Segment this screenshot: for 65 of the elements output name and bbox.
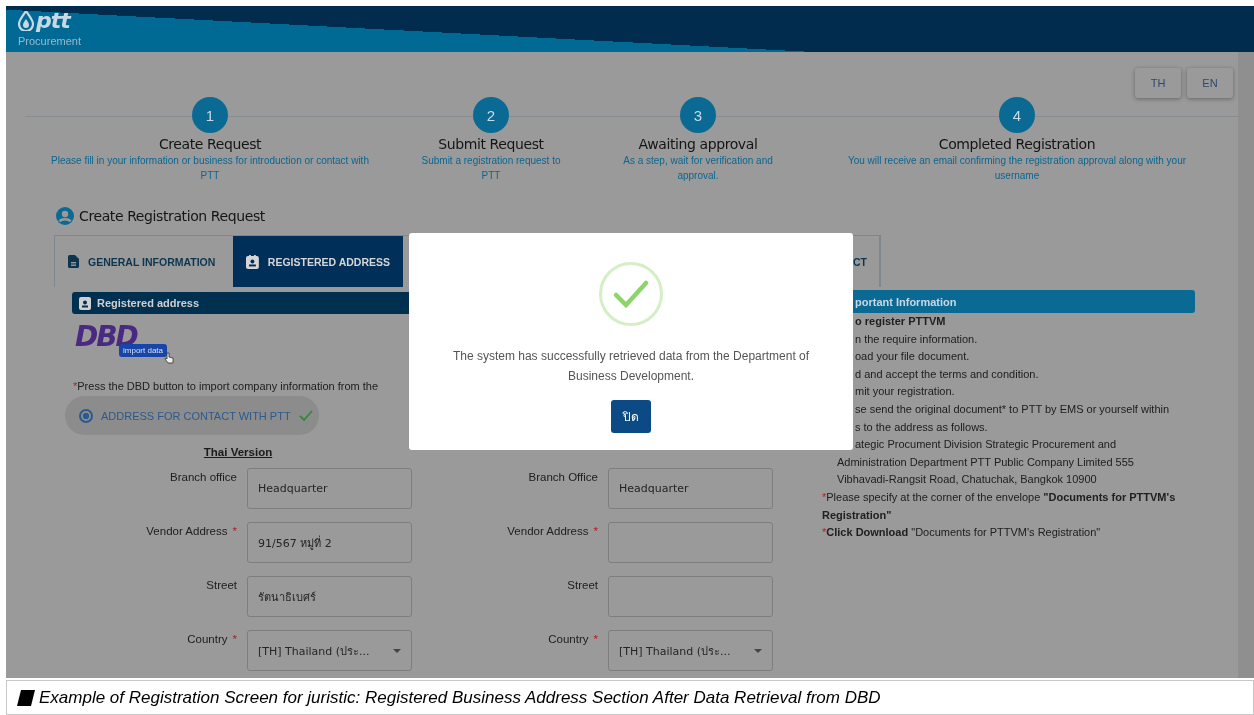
dbd-import-button[interactable]: DBDimport data	[75, 322, 175, 364]
dropdown-caret-icon	[393, 648, 401, 653]
instruction-text: *Press the DBD button to import company information from the	[73, 380, 380, 392]
section-title: Registered address	[97, 297, 200, 309]
language-button[interactable]: TH	[1135, 68, 1181, 98]
page-title: Create Registration Request	[79, 208, 265, 224]
text-input-field[interactable]	[608, 522, 773, 563]
text-input-field[interactable]: รัตนาธิเบศร์	[247, 576, 412, 617]
info-text: se send the original document* to PTT by EMS or yourself within	[854, 401, 1171, 417]
square-bullet-icon	[17, 689, 35, 706]
user-icon	[56, 207, 74, 225]
country-dropdown[interactable]: [TH] Thailand (ประ...	[608, 630, 773, 671]
step-title: Completed Registration	[938, 135, 1096, 153]
field-label: Country *	[186, 632, 237, 647]
dialog-message: The system has successfully retrieved data from the Department of Business Development.	[451, 348, 811, 385]
language-button[interactable]: EN	[1187, 68, 1233, 98]
info-text: d and accept the terms and condition.	[854, 366, 1040, 382]
brand-subtitle: Procurement	[18, 35, 82, 47]
step-number: 3	[680, 97, 716, 133]
step-number: 4	[999, 97, 1035, 133]
field-label: Street	[566, 578, 598, 593]
text-input-field[interactable]: 91/567 หมู่ที่ 2	[247, 522, 412, 563]
info-text: ategic Procument Division Strategic Procurement and	[854, 437, 1118, 453]
dropdown-caret-icon	[754, 648, 762, 653]
step-number: 1	[192, 97, 228, 133]
info-text: s to the address as follows.	[854, 419, 989, 435]
text-input-field[interactable]: Headquarter	[608, 468, 773, 509]
info-text: *Please specify at the corner of the envelope "Documents for PTTVM's Registration"	[822, 489, 1177, 523]
contact-card-icon	[246, 254, 259, 269]
field-label: Vendor Address *	[145, 524, 237, 539]
field-label: Street	[205, 578, 237, 593]
caption-text: Example of Registration Screen for juristic: Registered Business Address Section After Data Retrieval from DBD	[39, 687, 881, 708]
column-heading: Thai Version	[202, 446, 273, 458]
step-title: Create Request	[158, 135, 262, 153]
info-text: *Click Download "Documents for PTTVM's Registration"	[822, 525, 1102, 541]
info-text: Vibhavadi-Rangsit Road, Chatuchak, Bangkok 10900	[836, 472, 1098, 488]
info-text: Administration Department PTT Public Company Limited 555	[836, 454, 1135, 470]
info-text: oad your file document.	[854, 349, 971, 365]
contact-card-icon	[79, 296, 91, 310]
document-icon	[68, 255, 79, 268]
country-dropdown[interactable]: [TH] Thailand (ประ...	[247, 630, 412, 671]
info-text: n the require information.	[854, 331, 979, 347]
info-title: portant Information	[855, 295, 957, 308]
field-label: Branch Office	[527, 470, 598, 485]
info-text: o register PTTVM	[854, 314, 947, 329]
success-check-icon	[599, 262, 663, 326]
step-title: Submit Request	[438, 135, 544, 153]
field-label: Vendor Address *	[506, 524, 598, 539]
radio-button[interactable]	[79, 408, 93, 423]
field-label: Branch office	[169, 470, 237, 485]
drop-logo-icon	[18, 11, 34, 31]
text-input-field[interactable]	[608, 576, 773, 617]
step-description: Please fill in your information or business for introduction or contact with PTT	[50, 154, 370, 183]
step-description: As a step, wait for verification and approval.	[622, 154, 774, 183]
field-label: Country *	[547, 632, 598, 647]
hand-cursor-icon	[164, 352, 174, 364]
info-text: mit your registration.	[854, 384, 956, 400]
close-button[interactable]: ปิด	[611, 400, 651, 433]
step-title: Awaiting approval	[638, 135, 758, 153]
brand-logo: ptt	[36, 10, 70, 32]
step-description: Submit a registration request to PTT	[420, 154, 562, 183]
tab[interactable]: REGISTERED ADDRESS	[233, 236, 403, 287]
text-input-field[interactable]: Headquarter	[247, 468, 412, 509]
step-description: You will receive an email confirming the registration approval along with your username	[846, 154, 1188, 183]
step-number: 2	[473, 97, 509, 133]
